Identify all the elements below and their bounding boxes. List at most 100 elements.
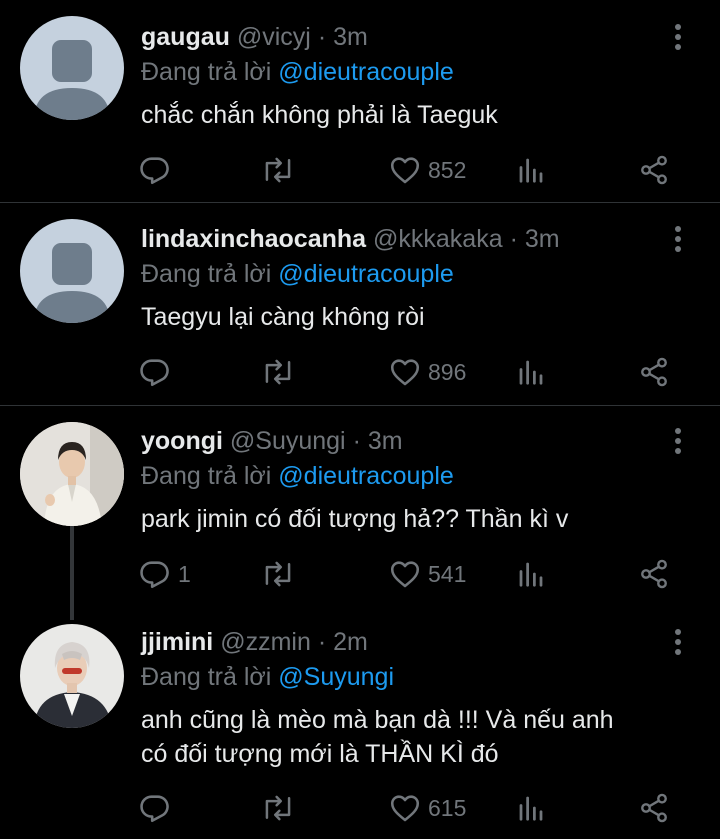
display-name[interactable]: jjimini [141, 628, 213, 656]
tweet-text-line: park jimin có đối tượng hả?? Thần kì v [141, 505, 569, 533]
like-button[interactable]: 852 [388, 150, 466, 190]
retweet-icon [265, 561, 291, 587]
photo-avatar[interactable] [20, 422, 124, 526]
analytics-button[interactable] [516, 554, 546, 594]
more-options-icon[interactable] [668, 224, 688, 254]
tweet-text-line: anh cũng là mèo mà bạn dà !!! Và nếu anh [141, 706, 614, 734]
share-button[interactable] [638, 352, 670, 392]
user-handle[interactable]: @kkkakaka [373, 225, 503, 253]
display-name[interactable]: gaugau [141, 23, 230, 51]
separator-dot: · [509, 225, 518, 253]
like-count: 896 [428, 358, 467, 385]
analytics-button[interactable] [516, 788, 546, 828]
default-user-icon [34, 243, 110, 323]
mention-link[interactable]: @dieutracouple [278, 58, 454, 86]
reply-button[interactable]: 1 [138, 554, 191, 594]
heart-icon [390, 561, 420, 588]
reply-prefix: Đang trả lời [141, 663, 272, 691]
reply-context: Đang trả lời @Suyungi [141, 663, 394, 692]
tweet[interactable]: lindaxinchaocanha @kkkakaka · 3m Đang tr… [0, 203, 720, 405]
mention-link[interactable]: @Suyungi [278, 663, 394, 691]
reply-button[interactable] [138, 352, 178, 392]
share-icon [641, 155, 667, 185]
like-count: 852 [428, 156, 467, 183]
user-handle[interactable]: @Suyungi [230, 427, 346, 455]
share-icon [641, 793, 667, 823]
action-bar: 852 [138, 150, 698, 190]
tweet-header: gaugau @vicyj · 3m [141, 23, 368, 52]
heart-icon [390, 795, 420, 822]
analytics-icon [519, 158, 543, 183]
retweet-button[interactable] [260, 554, 302, 594]
photo-avatar[interactable] [20, 624, 124, 728]
timestamp[interactable]: 3m [525, 225, 560, 253]
retweet-button[interactable] [260, 352, 302, 392]
analytics-icon [519, 562, 543, 587]
retweet-button[interactable] [260, 788, 302, 828]
tweet-text: chắc chắn không phải là Taeguk [141, 98, 701, 132]
analytics-icon [519, 360, 543, 385]
timestamp[interactable]: 2m [333, 628, 368, 656]
reply-icon [140, 359, 169, 387]
heart-icon [390, 359, 420, 386]
retweet-button[interactable] [260, 150, 302, 190]
like-count: 615 [428, 794, 467, 821]
tweet-text-line: Taegyu lại càng không ròi [141, 303, 425, 331]
reply-icon [140, 795, 169, 823]
more-options-icon[interactable] [668, 426, 688, 456]
separator-dot: · [317, 23, 327, 51]
default-avatar[interactable] [20, 16, 124, 120]
share-button[interactable] [638, 150, 670, 190]
retweet-icon [265, 359, 291, 385]
like-button[interactable]: 615 [388, 788, 466, 828]
reply-context: Đang trả lời @dieutracouple [141, 260, 454, 289]
retweet-icon [265, 795, 291, 821]
tweet[interactable]: gaugau @vicyj · 3m Đang trả lời @dieutra… [0, 0, 720, 202]
display-name[interactable]: lindaxinchaocanha [141, 225, 366, 253]
like-button[interactable]: 541 [388, 554, 466, 594]
reply-button[interactable] [138, 150, 178, 190]
like-count: 541 [428, 560, 467, 587]
retweet-icon [265, 157, 291, 183]
reply-button[interactable] [138, 788, 178, 828]
reply-context: Đang trả lời @dieutracouple [141, 58, 454, 87]
analytics-button[interactable] [516, 352, 546, 392]
reply-prefix: Đang trả lời [141, 58, 272, 86]
timestamp[interactable]: 3m [333, 23, 368, 51]
profile-photo [20, 422, 124, 526]
default-avatar[interactable] [20, 219, 124, 323]
tweet-header: jjimini @zzmin · 2m [141, 628, 368, 657]
reply-context: Đang trả lời @dieutracouple [141, 462, 454, 491]
user-handle[interactable]: @vicyj [237, 23, 311, 51]
tweet-text: park jimin có đối tượng hả?? Thần kì v [141, 502, 701, 536]
tweet-text-line: có đối tượng mới là THẦN KÌ đó [141, 740, 499, 768]
tweet-text: anh cũng là mèo mà bạn dà !!! Và nếu anh… [141, 703, 701, 771]
mention-link[interactable]: @dieutracouple [278, 260, 454, 288]
mention-link[interactable]: @dieutracouple [278, 462, 454, 490]
tweet[interactable]: yoongi @Suyungi · 3m Đang trả lời @dieut… [0, 406, 720, 611]
more-options-icon[interactable] [668, 627, 688, 657]
reply-prefix: Đang trả lời [141, 260, 272, 288]
analytics-button[interactable] [516, 150, 546, 190]
action-bar: 896 [138, 352, 698, 392]
separator-dot: · [352, 427, 361, 455]
timestamp[interactable]: 3m [368, 427, 403, 455]
display-name[interactable]: yoongi [141, 427, 223, 455]
tweet-text: Taegyu lại càng không ròi [141, 300, 701, 334]
profile-photo [20, 624, 124, 728]
default-user-icon [34, 40, 110, 120]
action-bar: 615 [138, 788, 698, 828]
share-button[interactable] [638, 788, 670, 828]
tweet[interactable]: jjimini @zzmin · 2m Đang trả lời @Suyung… [0, 611, 720, 839]
tweet-header: yoongi @Suyungi · 3m [141, 427, 403, 456]
separator-dot: · [317, 628, 327, 656]
share-button[interactable] [638, 554, 670, 594]
analytics-icon [519, 796, 543, 821]
user-handle[interactable]: @zzmin [220, 628, 311, 656]
tweet-text-line: chắc chắn không phải là Taeguk [141, 101, 498, 129]
tweet-header: lindaxinchaocanha @kkkakaka · 3m [141, 225, 560, 254]
reply-count: 1 [178, 560, 191, 587]
like-button[interactable]: 896 [388, 352, 466, 392]
reply-prefix: Đang trả lời [141, 462, 272, 490]
more-options-icon[interactable] [668, 22, 688, 52]
